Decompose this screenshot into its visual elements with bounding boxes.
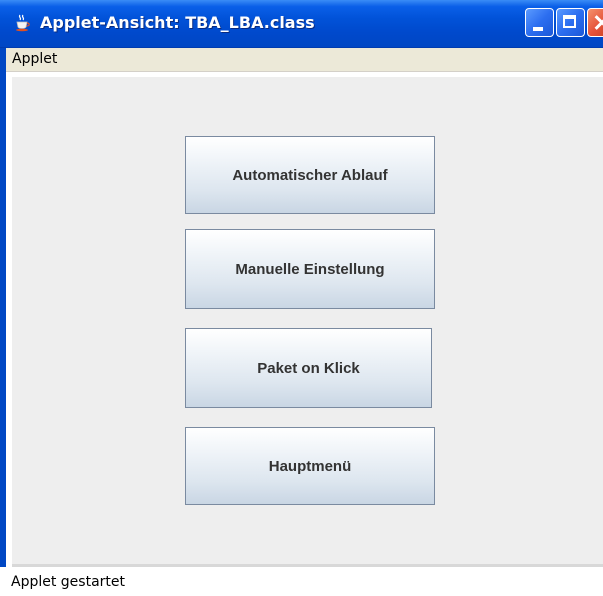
java-coffee-cup-icon [14,14,32,32]
window-left-border [0,48,6,568]
close-button[interactable] [587,8,603,37]
status-text: Applet gestartet [11,574,126,590]
applet-window: Applet-Ansicht: TBA_LBA.class Applet Aut… [0,0,603,596]
menu-item-applet[interactable]: Applet [10,50,59,68]
window-title: Applet-Ansicht: TBA_LBA.class [40,13,315,32]
maximize-button[interactable] [556,8,585,37]
minimize-button[interactable] [525,8,554,37]
status-bar: Applet gestartet [0,567,603,596]
automatic-run-button[interactable]: Automatischer Ablauf [185,136,435,214]
packet-on-click-button[interactable]: Paket on Klick [185,328,432,408]
title-bar[interactable]: Applet-Ansicht: TBA_LBA.class [0,0,603,48]
main-menu-button[interactable]: Hauptmenü [185,427,435,505]
manual-settings-button[interactable]: Manuelle Einstellung [185,229,435,309]
menu-bar: Applet [0,48,603,72]
